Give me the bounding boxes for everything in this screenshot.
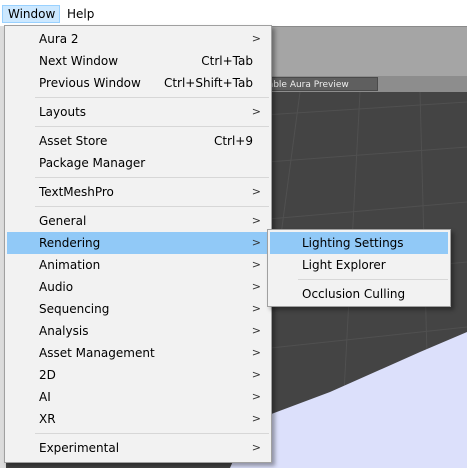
submenu-arrow-icon: > xyxy=(251,258,261,271)
submenu-arrow-icon: > xyxy=(251,412,261,425)
submenu-arrow-icon: > xyxy=(251,185,261,198)
menu-separator xyxy=(35,126,269,127)
menu-item-label: TextMeshPro xyxy=(39,185,114,199)
submenu-arrow-icon: > xyxy=(251,105,261,118)
menu-separator xyxy=(35,97,269,98)
menu-separator xyxy=(35,433,269,434)
menu-item-label: Animation xyxy=(39,258,101,272)
menu-item-previous-window[interactable]: Previous Window Ctrl+Shift+Tab xyxy=(7,72,269,94)
menu-item-asset-management[interactable]: Asset Management > xyxy=(7,342,269,364)
menu-separator xyxy=(35,177,269,178)
submenu-arrow-icon: > xyxy=(251,302,261,315)
menu-item-ai[interactable]: AI > xyxy=(7,386,269,408)
submenu-arrow-icon: > xyxy=(251,346,261,359)
menu-item-textmeshpro[interactable]: TextMeshPro > xyxy=(7,181,269,203)
menu-item-animation[interactable]: Animation > xyxy=(7,254,269,276)
menu-item-label: 2D xyxy=(39,368,56,382)
menu-item-label: Asset Store xyxy=(39,134,108,148)
menu-item-label: Light Explorer xyxy=(302,258,386,272)
menu-bar: Window Help xyxy=(0,0,467,26)
menu-item-aura-2[interactable]: Aura 2 > xyxy=(7,28,269,50)
submenu-arrow-icon: > xyxy=(251,441,261,454)
submenu-arrow-icon: > xyxy=(251,214,261,227)
submenu-item-light-explorer[interactable]: Light Explorer xyxy=(270,254,448,276)
menu-item-label: Aura 2 xyxy=(39,32,79,46)
menu-separator xyxy=(298,279,448,280)
menu-item-label: AI xyxy=(39,390,51,404)
menu-item-layouts[interactable]: Layouts > xyxy=(7,101,269,123)
menu-item-label: Experimental xyxy=(39,441,120,455)
window-menu: Aura 2 > Next Window Ctrl+Tab Previous W… xyxy=(4,25,272,463)
menu-item-next-window[interactable]: Next Window Ctrl+Tab xyxy=(7,50,269,72)
submenu-arrow-icon: > xyxy=(251,324,261,337)
submenu-arrow-icon: > xyxy=(251,280,261,293)
submenu-arrow-icon: > xyxy=(251,236,261,249)
menu-item-label: Asset Management xyxy=(39,346,155,360)
menu-item-label: Rendering xyxy=(39,236,101,250)
menu-item-label: Analysis xyxy=(39,324,89,338)
menu-item-package-manager[interactable]: Package Manager xyxy=(7,152,269,174)
menubar-help[interactable]: Help xyxy=(62,5,100,23)
menu-item-label: XR xyxy=(39,412,56,426)
menu-item-label: Sequencing xyxy=(39,302,110,316)
menu-item-label: Lighting Settings xyxy=(302,236,404,250)
menu-separator xyxy=(35,206,269,207)
submenu-item-occlusion-culling[interactable]: Occlusion Culling xyxy=(270,283,448,305)
menu-item-shortcut: Ctrl+Tab xyxy=(201,54,253,68)
menu-item-rendering[interactable]: Rendering > xyxy=(7,232,269,254)
menu-item-label: Package Manager xyxy=(39,156,146,170)
menu-item-asset-store[interactable]: Asset Store Ctrl+9 xyxy=(7,130,269,152)
menu-item-shortcut: Ctrl+Shift+Tab xyxy=(163,76,253,90)
menu-item-label: Next Window xyxy=(39,54,119,68)
rendering-submenu: Lighting Settings Light Explorer Occlusi… xyxy=(267,229,451,307)
menu-item-label: Audio xyxy=(39,280,74,294)
menu-item-experimental[interactable]: Experimental > xyxy=(7,437,269,459)
menu-item-label: Previous Window xyxy=(39,76,141,90)
menu-item-label: Occlusion Culling xyxy=(302,287,406,301)
menubar-window[interactable]: Window xyxy=(2,5,60,23)
tab-aura-preview[interactable]: sable Aura Preview xyxy=(258,77,378,91)
menu-item-label: Layouts xyxy=(39,105,87,119)
menu-item-analysis[interactable]: Analysis > xyxy=(7,320,269,342)
menu-item-general[interactable]: General > xyxy=(7,210,269,232)
menu-item-shortcut: Ctrl+9 xyxy=(213,134,253,148)
menu-item-audio[interactable]: Audio > xyxy=(7,276,269,298)
submenu-arrow-icon: > xyxy=(251,390,261,403)
menu-item-sequencing[interactable]: Sequencing > xyxy=(7,298,269,320)
submenu-arrow-icon: > xyxy=(251,368,261,381)
submenu-item-lighting-settings[interactable]: Lighting Settings xyxy=(270,232,448,254)
menu-item-label: General xyxy=(39,214,87,228)
menu-item-2d[interactable]: 2D > xyxy=(7,364,269,386)
submenu-arrow-icon: > xyxy=(251,32,261,45)
menu-item-xr[interactable]: XR > xyxy=(7,408,269,430)
